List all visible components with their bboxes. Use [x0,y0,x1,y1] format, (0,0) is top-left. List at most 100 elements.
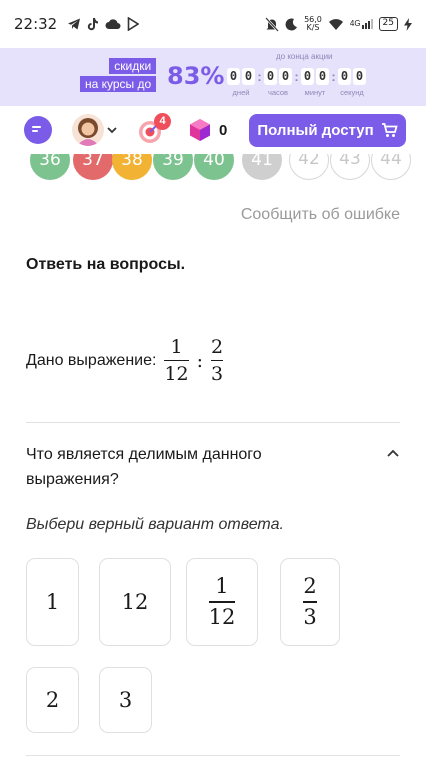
chat-icon [32,126,41,132]
net-speed: 56,0 K/S [304,15,322,32]
telegram-icon [68,18,81,30]
answer-option[interactable]: 2 3 [280,558,340,646]
app-header: 4 0 Полный доступ [0,106,426,154]
answer-option-label: 1 [45,590,60,614]
task-number[interactable]: 43 [330,154,370,180]
fraction-denominator: 3 [303,604,317,629]
expression-label: Дано выражение: [26,351,157,369]
play-store-icon [127,17,140,31]
answer-option-label: 3 [118,688,133,712]
task-number[interactable]: 44 [371,154,411,180]
task-number-label: 42 [298,154,320,169]
timer-unit: дней [232,88,250,97]
avatar [72,114,104,146]
cart-icon [381,123,398,137]
status-time: 22:32 [14,15,58,33]
chevron-up-icon[interactable] [386,449,400,458]
timer-minutes: 00 минут [301,68,329,97]
moon-icon [285,17,298,30]
cloud-icon [105,19,121,29]
promo-banner[interactable]: скидки на курсы до 83% до конца акции 00… [0,48,426,106]
timer-digit: 0 [264,68,277,85]
task-number-strip[interactable]: 36 37 38 39 40 41 42 43 44 [0,154,426,182]
divider [26,422,400,423]
answer-option-fraction: 1 12 [208,574,236,629]
task-number-label: 43 [339,154,361,169]
wifi-icon [328,18,343,30]
answer-option[interactable]: 1 12 [186,558,258,646]
task-title: Ответь на вопросы. [26,256,186,273]
promo-percent: 83% [167,62,225,90]
answer-option[interactable]: 2 [26,667,79,733]
countdown-timer: 00 дней : 00 часов : 00 минут : 00 секун… [227,68,366,97]
task-number-label: 37 [82,154,104,170]
timer-days: 00 дней [227,68,255,97]
answer-option[interactable]: 1 [26,558,79,646]
full-access-button[interactable]: Полный доступ [249,113,406,147]
task-number-label: 40 [203,154,225,170]
timer-digit: 0 [279,68,292,85]
fraction-numerator: 2 [303,574,317,599]
task-number-label: 41 [251,154,273,170]
fraction-denominator: 12 [164,363,189,386]
expression-left-fraction: 1 12 [164,336,189,386]
timer-digit: 0 [301,68,314,85]
task-number-label: 39 [162,154,184,170]
gems-count: 0 [219,121,228,139]
promo-caption: до конца акции [276,52,333,61]
timer-digit: 0 [316,68,329,85]
task-number[interactable]: 41 [242,154,282,180]
fraction-denominator: 3 [211,363,224,386]
timer-unit: минут [304,88,326,97]
expression-right-fraction: 2 3 [211,336,224,386]
answer-option-label: 2 [45,688,60,712]
timer-digit: 0 [338,68,351,85]
tiktok-icon [88,18,99,31]
timer-seconds: 00 секунд [338,68,366,97]
charging-icon [404,17,412,31]
expression-operator: : [196,349,204,372]
fraction-numerator: 2 [211,336,224,358]
timer-digit: 0 [242,68,255,85]
goals-button[interactable]: 4 [137,113,171,145]
timer-unit: часов [267,88,289,97]
timer-hours: 00 часов [264,68,292,97]
task-number-label: 36 [39,154,61,170]
gems-counter[interactable]: 0 [189,118,227,142]
answer-option[interactable]: 3 [99,667,152,733]
fraction-numerator: 1 [170,336,183,358]
profile-menu[interactable] [72,114,117,146]
fraction-denominator: 12 [208,604,236,629]
chevron-down-icon [107,126,117,133]
report-error-link[interactable]: Сообщить об ошибке [241,206,400,224]
task-number-label: 38 [121,154,143,170]
question-text[interactable]: Что является делимым данного выражения? [26,442,346,492]
battery-icon: 25 [378,17,398,31]
promo-badge: скидки на курсы до [80,58,157,92]
answer-option-label: 12 [121,590,149,614]
answer-option[interactable]: 12 [99,558,171,646]
timer-digit: 0 [227,68,240,85]
task-number[interactable]: 36 [30,154,70,180]
goals-badge: 4 [154,113,171,130]
fraction-numerator: 1 [215,574,229,599]
timer-digit: 0 [353,68,366,85]
task-number[interactable]: 40 [194,154,234,180]
task-number-label: 44 [380,154,402,169]
task-number[interactable]: 42 [289,154,329,180]
promo-badge-line2: на курсы до [80,76,157,92]
chat-button[interactable] [24,116,52,144]
timer-unit: секунд [340,88,364,97]
answer-hint: Выбери верный вариант ответа. [26,516,284,533]
status-app-icons [67,17,140,31]
muted-bell-icon [265,16,279,32]
divider [26,755,400,756]
status-bar: 22:32 56,0 K/S 4G 25 [0,0,426,48]
given-expression: Дано выражение: 1 12 : 2 3 [26,336,224,386]
task-number[interactable]: 39 [153,154,193,180]
gem-icon [190,119,210,141]
full-access-label: Полный доступ [257,121,374,139]
answer-option-fraction: 2 3 [303,574,317,629]
task-number[interactable]: 38 [112,154,152,180]
task-number[interactable]: 37 [73,154,113,180]
